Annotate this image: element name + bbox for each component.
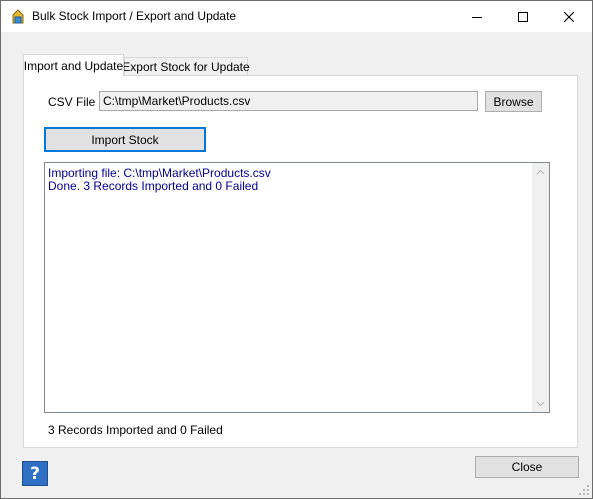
close-button-label: Close [511, 460, 543, 474]
log-vertical-scrollbar[interactable] [532, 163, 549, 412]
stock-app-icon [11, 9, 25, 25]
tab-import-and-update[interactable]: Import and Update [23, 54, 124, 77]
title-bar[interactable]: Bulk Stock Import / Export and Update [1, 1, 592, 32]
maximize-icon [518, 11, 528, 22]
log-lines: Importing file: C:\tmp\Market\Products.c… [48, 167, 271, 193]
tab-label: Import and Update [23, 59, 124, 73]
app-window: Bulk Stock Import / Export and Update Im… [0, 0, 593, 499]
tab-export-stock[interactable]: Export Stock for Update [122, 57, 250, 76]
import-log-textarea[interactable]: Importing file: C:\tmp\Market\Products.c… [44, 162, 550, 413]
minimize-button[interactable] [454, 1, 500, 32]
import-status-text: 3 Records Imported and 0 Failed [48, 423, 223, 437]
maximize-button[interactable] [500, 1, 546, 32]
close-window-button[interactable] [546, 1, 592, 32]
browse-button[interactable]: Browse [485, 91, 542, 112]
import-stock-button-label: Import Stock [91, 132, 159, 147]
minimize-icon [472, 16, 482, 18]
help-icon: ? [30, 463, 40, 484]
close-button[interactable]: Close [475, 456, 579, 478]
chevron-down-icon [536, 401, 545, 406]
scroll-up-button[interactable] [532, 163, 549, 180]
csv-file-path-field[interactable]: C:\tmp\Market\Products.csv [99, 91, 478, 111]
close-icon [564, 11, 574, 22]
scroll-down-button[interactable] [532, 395, 549, 412]
import-stock-button[interactable]: Import Stock [44, 127, 206, 152]
csv-file-label: CSV File [48, 95, 96, 109]
browse-button-label: Browse [493, 94, 534, 109]
help-button[interactable]: ? [22, 461, 48, 486]
chevron-up-icon [536, 169, 545, 174]
log-line: Done. 3 Records Imported and 0 Failed [48, 179, 259, 193]
csv-file-path-value: C:\tmp\Market\Products.csv [103, 94, 251, 108]
resize-grip-icon[interactable] [578, 484, 590, 496]
tab-label: Export Stock for Update [122, 60, 250, 74]
window-title: Bulk Stock Import / Export and Update [32, 9, 237, 23]
